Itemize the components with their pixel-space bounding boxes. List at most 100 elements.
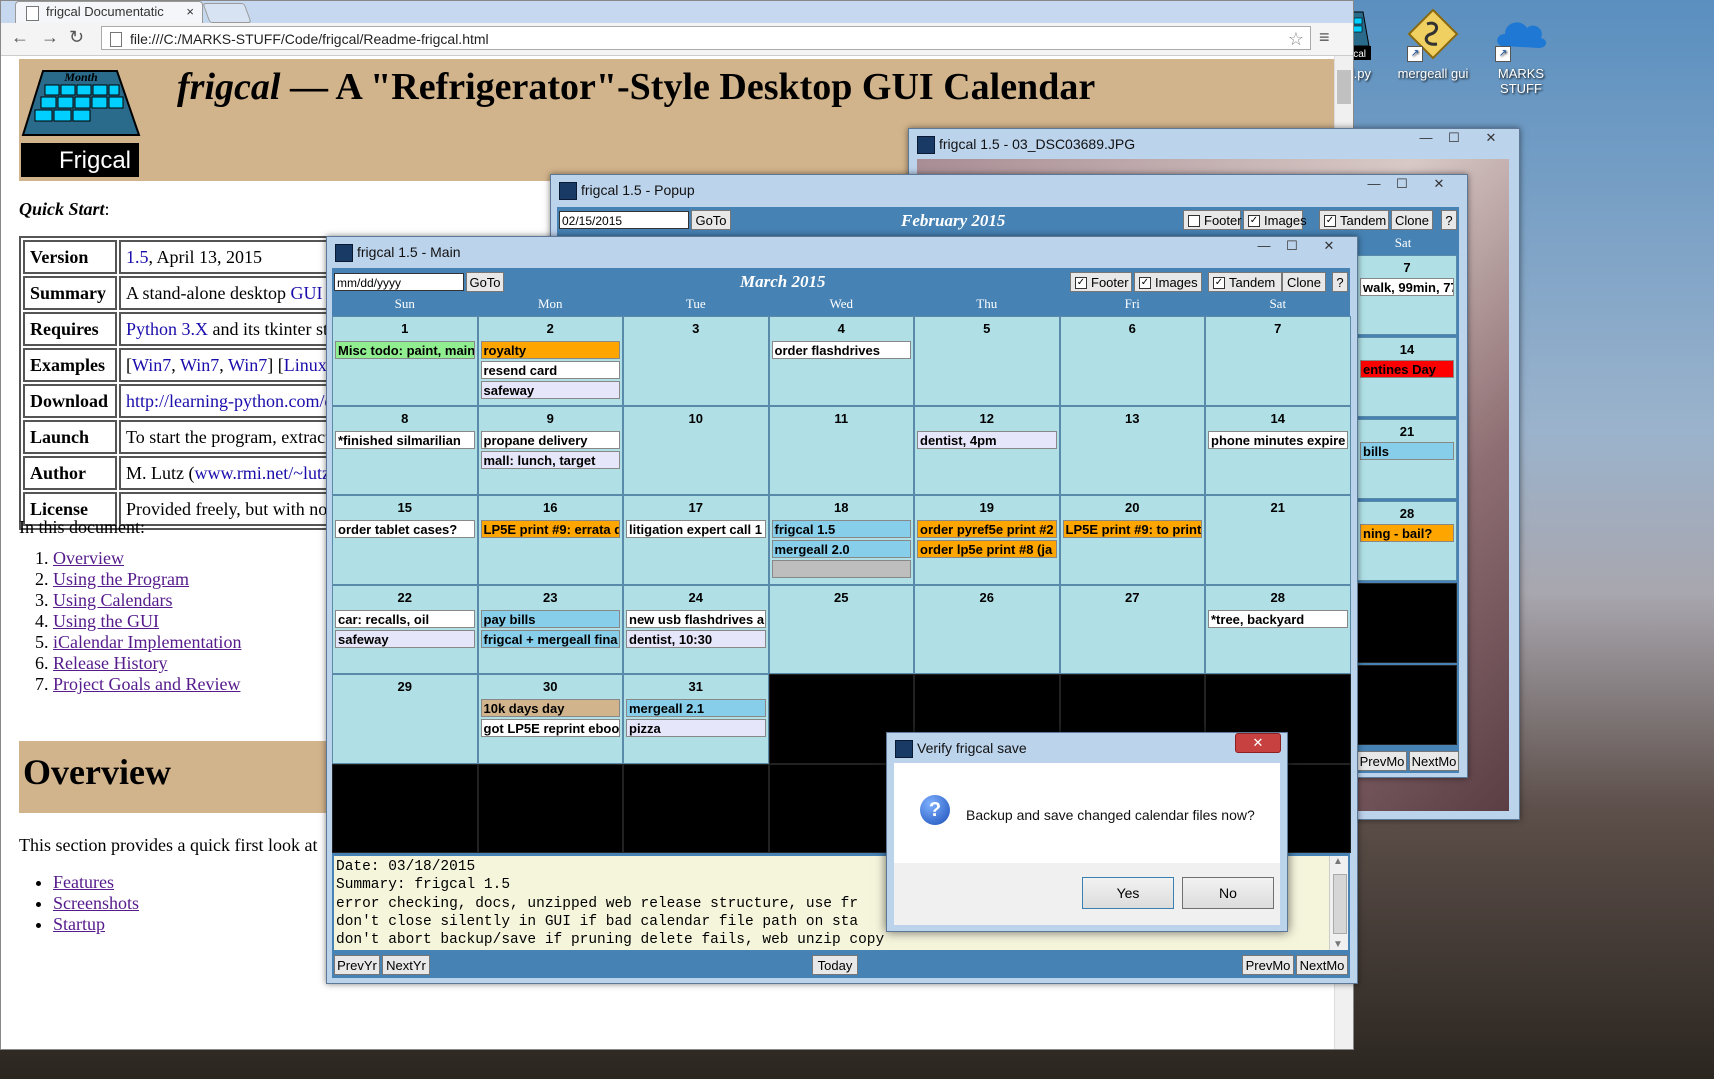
main-goto-button[interactable]: GoTo — [466, 272, 504, 292]
day-cell[interactable]: 1 Misc todo: paint, main — [332, 316, 478, 406]
day-cell[interactable]: 30 10k days day got LP5E reprint eboo — [477, 674, 623, 764]
minimize-button[interactable]: — — [1361, 175, 1387, 193]
today-button[interactable]: Today — [812, 955, 858, 975]
main-clone-button[interactable]: Clone — [1282, 272, 1326, 292]
event-entry[interactable]: LP5E print #9: to print — [1062, 520, 1202, 538]
event-entry[interactable]: safeway — [480, 381, 620, 399]
desktop-icon-mergeall[interactable]: ↗ mergeall gui — [1388, 6, 1478, 81]
event-entry[interactable]: mergeall 2.1 — [626, 699, 766, 717]
day-cell[interactable]: 29 — [332, 674, 478, 764]
day-cell[interactable]: 5 — [914, 316, 1060, 406]
popup-prevmo-button[interactable]: PrevMo — [1357, 751, 1407, 771]
event-entry[interactable]: Misc todo: paint, main — [335, 341, 475, 359]
event-entry[interactable]: entines Day — [1360, 360, 1454, 378]
tab-close-icon[interactable]: × — [186, 2, 194, 22]
event-entry[interactable]: order lp5e print #8 (ja — [917, 540, 1057, 558]
day-cell[interactable]: 21 — [1205, 495, 1351, 585]
popup-clone-button[interactable]: Clone — [1391, 210, 1433, 230]
scroll-up-icon[interactable]: ▲ — [1333, 856, 1343, 867]
footer-scrollbar[interactable]: ▲ ▼ — [1329, 856, 1348, 950]
popup-goto-button[interactable]: GoTo — [691, 210, 731, 230]
popup-day-cell[interactable]: 21 bills — [1357, 419, 1457, 499]
event-entry[interactable]: mall: lunch, target — [480, 450, 620, 469]
scroll-down-icon[interactable]: ▼ — [1333, 939, 1343, 950]
popup-images-checkbox[interactable]: ✓ Images — [1243, 210, 1307, 230]
day-cell[interactable]: 20 LP5E print #9: to print — [1059, 495, 1205, 585]
day-cell[interactable]: 15 order tablet cases? — [332, 495, 478, 585]
address-bar[interactable]: file:///C:/MARKS-STUFF/Code/frigcal/Read… — [101, 26, 1311, 50]
example-link[interactable]: Linux — [284, 355, 327, 375]
tab-frigcal-docs[interactable]: frigcal Documentatic × — [15, 1, 203, 23]
popup-help-button[interactable]: ? — [1441, 210, 1457, 230]
day-cell[interactable]: 4 order flashdrives — [768, 316, 914, 406]
maximize-button[interactable]: ☐ — [1279, 237, 1305, 255]
day-cell[interactable]: 3 — [623, 316, 769, 406]
event-entry[interactable]: propane delivery — [480, 430, 620, 449]
event-entry[interactable]: *tree, backyard — [1208, 609, 1348, 628]
sub-link[interactable]: Features — [53, 872, 114, 892]
prev-month-button[interactable]: PrevMo — [1242, 955, 1294, 975]
day-cell[interactable]: 8 *finished silmarilian — [332, 405, 478, 495]
sub-link[interactable]: Screenshots — [53, 893, 139, 913]
toc-link[interactable]: Release History — [53, 653, 167, 673]
close-button[interactable]: ✕ — [1235, 733, 1281, 753]
minimize-button[interactable]: — — [1413, 129, 1439, 147]
close-button[interactable]: ✕ — [1307, 237, 1351, 255]
menu-icon[interactable]: ≡ — [1319, 27, 1330, 48]
popup-day-cell[interactable]: 14 entines Day — [1357, 337, 1457, 417]
day-cell[interactable]: 2 royalty resend card safeway — [477, 316, 623, 406]
sub-link[interactable]: Startup — [53, 914, 105, 934]
day-cell[interactable]: 31 mergeall 2.1 pizza — [623, 674, 769, 764]
event-entry[interactable]: *finished silmarilian — [335, 430, 475, 449]
author-link[interactable]: www.rmi.net/~lutz — [194, 463, 330, 483]
day-cell[interactable]: 9 propane delivery mall: lunch, target — [477, 405, 623, 495]
event-entry[interactable]: new usb flashdrives a — [626, 609, 766, 628]
reload-icon[interactable]: ↻ — [69, 27, 84, 48]
new-tab-button[interactable] — [202, 3, 252, 23]
close-button[interactable]: ✕ — [1469, 129, 1513, 147]
toc-link[interactable]: Overview — [53, 548, 124, 568]
day-cell[interactable]: 7 — [1205, 316, 1351, 406]
gui-link[interactable]: GUI — [290, 283, 322, 303]
event-entry[interactable]: pay bills — [480, 609, 620, 628]
day-cell[interactable]: 23 pay bills frigcal + mergeall fina — [477, 584, 623, 674]
example-link[interactable]: Win7 — [180, 355, 219, 375]
next-month-button[interactable]: NextMo — [1296, 955, 1348, 975]
main-images-checkbox[interactable]: ✓ Images — [1134, 272, 1202, 292]
day-cell[interactable]: 6 — [1059, 316, 1205, 406]
day-cell[interactable]: 16 LP5E print #9: errata d — [477, 495, 623, 585]
close-button[interactable]: ✕ — [1417, 175, 1461, 193]
main-tandem-checkbox[interactable]: ✓ Tandem — [1208, 272, 1282, 292]
event-entry[interactable]: frigcal 1.5 — [771, 520, 911, 538]
event-entry[interactable]: resend card — [480, 361, 620, 379]
main-help-button[interactable]: ? — [1332, 272, 1348, 292]
popup-nextmo-button[interactable]: NextMo — [1409, 751, 1459, 771]
popup-day-cell[interactable]: 28 ning - bail? — [1357, 501, 1457, 581]
toc-link[interactable]: iCalendar Implementation — [53, 632, 241, 652]
event-entry[interactable]: order tablet cases? — [335, 520, 475, 538]
popup-date-input[interactable]: 02/15/2015 — [559, 211, 689, 229]
yes-button[interactable]: Yes — [1082, 877, 1174, 909]
prev-year-button[interactable]: PrevYr — [334, 955, 380, 975]
event-entry[interactable]: car: recalls, oil — [335, 609, 475, 628]
event-entry[interactable]: dentist, 10:30 — [626, 629, 766, 648]
toc-link[interactable]: Using the Program — [53, 569, 189, 589]
maximize-button[interactable]: ☐ — [1441, 129, 1467, 147]
event-entry[interactable]: mergeall 2.0 — [771, 540, 911, 558]
event-entry[interactable]: pizza — [626, 719, 766, 737]
day-cell[interactable]: 25 — [768, 584, 914, 674]
event-entry[interactable]: LP5E print #9: errata d — [480, 520, 620, 538]
day-cell[interactable]: 28 *tree, backyard — [1205, 584, 1351, 674]
download-link[interactable]: http://learning-python.com/d — [126, 391, 333, 411]
version-link[interactable]: 1.5 — [126, 247, 149, 267]
event-entry[interactable]: safeway — [335, 629, 475, 648]
day-cell[interactable]: 18 frigcal 1.5 mergeall 2.0 — [768, 495, 914, 585]
event-entry[interactable]: litigation expert call 1 — [626, 520, 766, 538]
event-entry[interactable]: bills — [1360, 442, 1454, 460]
event-entry[interactable]: phone minutes expire — [1208, 430, 1348, 449]
forward-icon[interactable]: → — [41, 27, 59, 48]
toc-link[interactable]: Using Calendars — [53, 590, 172, 610]
day-cell[interactable]: 17 litigation expert call 1 — [623, 495, 769, 585]
day-cell[interactable]: 11 — [768, 405, 914, 495]
day-cell[interactable]: 12 dentist, 4pm — [914, 405, 1060, 495]
